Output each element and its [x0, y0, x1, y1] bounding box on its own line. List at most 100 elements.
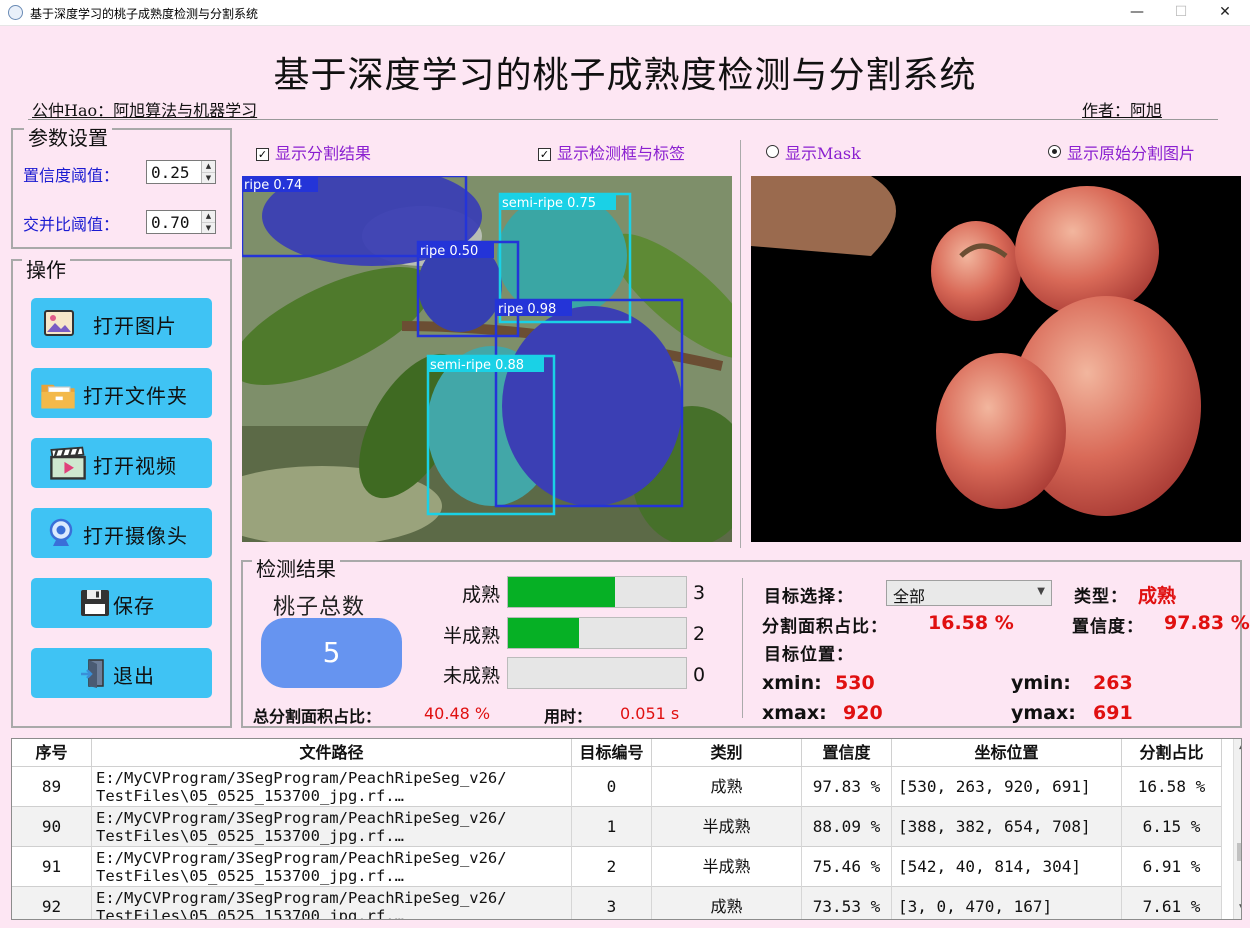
iou-threshold-value[interactable]: 0.70 — [151, 213, 190, 232]
table-row[interactable]: 89 E:/MyCVProgram/3SegProgram/PeachRipeS… — [12, 767, 1222, 807]
cell-object-id[interactable]: 3 — [572, 887, 652, 919]
close-button[interactable]: ✕ — [1202, 0, 1248, 26]
cell-class[interactable]: 成熟 — [652, 887, 802, 919]
exit-button[interactable]: 退出 — [31, 648, 212, 698]
position-label: 目标位置： — [764, 645, 854, 665]
cell-box[interactable]: [388, 382, 654, 708] — [892, 807, 1122, 847]
target-select-value[interactable]: 全部 — [893, 583, 925, 607]
radio-selected-icon[interactable] — [1048, 145, 1061, 158]
ripe-label: 成熟 — [461, 584, 500, 606]
minimize-button[interactable]: — — [1114, 0, 1160, 26]
show-mask-radio[interactable]: 显示Mask — [766, 140, 861, 164]
detection-label: ripe 0.50 — [420, 244, 478, 259]
results-divider — [742, 578, 743, 718]
target-select-dropdown[interactable]: 全部 ▼ — [886, 580, 1052, 606]
column-header-confidence[interactable]: 置信度 — [802, 739, 892, 767]
xmax-value: 920 — [843, 702, 883, 724]
save-button[interactable]: 保存 — [31, 578, 212, 628]
radio-unselected-icon[interactable] — [766, 145, 779, 158]
cell-class[interactable]: 半成熟 — [652, 847, 802, 887]
checkbox-checked-icon[interactable]: ✓ — [538, 148, 551, 161]
detection-label: semi-ripe 0.75 — [502, 196, 596, 211]
confidence-threshold-value[interactable]: 0.25 — [151, 163, 190, 182]
open-video-button[interactable]: 打开视频 — [31, 438, 212, 488]
cell-class[interactable]: 成熟 — [652, 767, 802, 807]
cell-object-id[interactable]: 2 — [572, 847, 652, 887]
show-boxes-label[interactable]: 显示检测框与标签 — [557, 144, 685, 163]
path-line-1: E:/MyCVProgram/3SegProgram/PeachRipeSeg_… — [96, 809, 507, 827]
column-header-index[interactable]: 序号 — [12, 739, 92, 767]
cell-confidence[interactable]: 75.46 % — [802, 847, 892, 887]
cell-class[interactable]: 半成熟 — [652, 807, 802, 847]
cell-confidence[interactable]: 97.83 % — [802, 767, 892, 807]
column-header-path[interactable]: 文件路径 — [92, 739, 572, 767]
table-row[interactable]: 92 E:/MyCVProgram/3SegProgram/PeachRipeS… — [12, 887, 1222, 920]
table-row[interactable]: 91 E:/MyCVProgram/3SegProgram/PeachRipeS… — [12, 847, 1222, 887]
cell-index[interactable]: 90 — [12, 807, 92, 847]
show-seg-label[interactable]: 显示分割结果 — [275, 144, 371, 163]
spin-up-icon[interactable]: ▲ — [202, 211, 215, 222]
path-line-2: TestFiles\05_0525_153700_jpg.rf.… — [96, 787, 404, 805]
header-left-text: 公仲Hao：阿旭算法与机器学习 — [32, 101, 258, 120]
iou-spin-arrows[interactable]: ▲ ▼ — [201, 211, 215, 233]
save-label: 保存 — [113, 594, 155, 618]
spin-up-icon[interactable]: ▲ — [202, 161, 215, 172]
panel-divider — [740, 140, 741, 548]
scroll-thumb[interactable] — [1237, 843, 1241, 861]
cell-box[interactable]: [3, 0, 470, 167] — [892, 887, 1122, 919]
cell-confidence[interactable]: 88.09 % — [802, 807, 892, 847]
time-label: 用时： — [544, 707, 593, 726]
cell-index[interactable]: 89 — [12, 767, 92, 807]
ymin-label: ymin: — [1011, 672, 1071, 694]
table-row[interactable]: 90 E:/MyCVProgram/3SegProgram/PeachRipeS… — [12, 807, 1222, 847]
cell-box[interactable]: [530, 263, 920, 691] — [892, 767, 1122, 807]
column-header-class[interactable]: 类别 — [652, 739, 802, 767]
path-line-2: TestFiles\05_0525_153700_jpg.rf.… — [96, 907, 404, 920]
cell-confidence[interactable]: 73.53 % — [802, 887, 892, 919]
cell-path[interactable]: E:/MyCVProgram/3SegProgram/PeachRipeSeg_… — [92, 887, 572, 920]
column-header-box[interactable]: 坐标位置 — [892, 739, 1122, 767]
maximize-button[interactable]: ☐ — [1158, 0, 1204, 26]
show-original-radio[interactable]: 显示原始分割图片 — [1048, 140, 1195, 164]
author-text: 作者：阿旭 — [1082, 101, 1163, 120]
cell-path[interactable]: E:/MyCVProgram/3SegProgram/PeachRipeSeg_… — [92, 767, 572, 807]
show-boxes-checkbox[interactable]: ✓ 显示检测框与标签 — [538, 140, 685, 164]
cell-index[interactable]: 91 — [12, 847, 92, 887]
chevron-down-icon[interactable]: ▼ — [1037, 586, 1045, 597]
cell-seg-ratio[interactable]: 7.61 % — [1122, 887, 1222, 919]
scroll-up-icon[interactable]: ▲ — [1234, 741, 1241, 751]
checkbox-checked-icon[interactable]: ✓ — [256, 148, 269, 161]
spin-down-icon[interactable]: ▼ — [202, 222, 215, 233]
cell-path[interactable]: E:/MyCVProgram/3SegProgram/PeachRipeSeg_… — [92, 807, 572, 847]
show-seg-checkbox[interactable]: ✓ 显示分割结果 — [256, 140, 371, 164]
cell-box[interactable]: [542, 40, 814, 304] — [892, 847, 1122, 887]
detection-label: ripe 0.74 — [244, 178, 302, 193]
confidence-threshold-spinbox[interactable]: 0.25 ▲ ▼ — [146, 160, 216, 184]
open-folder-button[interactable]: 打开文件夹 — [31, 368, 212, 418]
column-header-object-id[interactable]: 目标编号 — [572, 739, 652, 767]
cell-seg-ratio[interactable]: 6.15 % — [1122, 807, 1222, 847]
cell-index[interactable]: 92 — [12, 887, 92, 919]
cell-seg-ratio[interactable]: 6.91 % — [1122, 847, 1222, 887]
results-table[interactable]: 序号 文件路径 目标编号 类别 置信度 坐标位置 分割占比 89 E:/MyCV… — [11, 738, 1242, 920]
semi-ripe-label: 半成熟 — [442, 625, 500, 647]
cell-object-id[interactable]: 0 — [572, 767, 652, 807]
open-camera-button[interactable]: 打开摄像头 — [31, 508, 212, 558]
spin-down-icon[interactable]: ▼ — [202, 172, 215, 183]
show-mask-label[interactable]: 显示Mask — [785, 144, 861, 163]
scroll-down-icon[interactable]: ▼ — [1234, 903, 1241, 913]
iou-threshold-spinbox[interactable]: 0.70 ▲ ▼ — [146, 210, 216, 234]
folder-icon — [41, 384, 75, 409]
xmax-label: xmax: — [762, 702, 827, 724]
confidence-threshold-label: 置信度阈值： — [23, 166, 120, 185]
confidence-spin-arrows[interactable]: ▲ ▼ — [201, 161, 215, 183]
column-header-seg-ratio[interactable]: 分割占比 — [1122, 739, 1222, 767]
show-original-label[interactable]: 显示原始分割图片 — [1067, 144, 1195, 163]
window-title: 基于深度学习的桃子成熟度检测与分割系统 — [30, 7, 259, 21]
path-line-1: E:/MyCVProgram/3SegProgram/PeachRipeSeg_… — [96, 889, 507, 907]
cell-path[interactable]: E:/MyCVProgram/3SegProgram/PeachRipeSeg_… — [92, 847, 572, 887]
open-image-button[interactable]: 打开图片 — [31, 298, 212, 348]
cell-seg-ratio[interactable]: 16.58 % — [1122, 767, 1222, 807]
cell-object-id[interactable]: 1 — [572, 807, 652, 847]
table-scrollbar[interactable]: ▲ ▼ — [1233, 739, 1241, 919]
